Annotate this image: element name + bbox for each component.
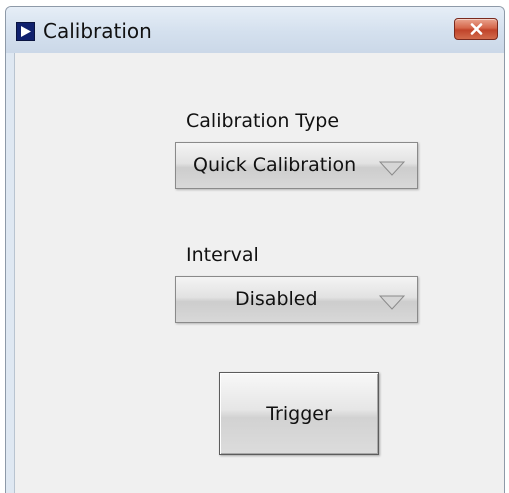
play-triangle-icon — [21, 26, 31, 37]
interval-dropdown[interactable]: Disabled — [175, 276, 418, 323]
dropdown-triangle-icon — [379, 161, 405, 176]
calibration-type-dropdown[interactable]: Quick Calibration — [175, 142, 418, 189]
calibration-window: Calibration Calibration Type Quick Calib… — [5, 6, 505, 493]
calibration-type-label: Calibration Type — [186, 110, 340, 132]
calibration-type-value: Quick Calibration — [193, 154, 357, 176]
close-button[interactable] — [454, 18, 498, 40]
app-icon — [16, 22, 35, 41]
window-title: Calibration — [43, 19, 152, 43]
close-x-icon — [470, 23, 483, 35]
trigger-button[interactable]: Trigger — [219, 372, 379, 455]
dropdown-triangle-icon — [379, 295, 405, 310]
client-area: Calibration Type Quick Calibration Inter… — [14, 53, 504, 493]
interval-value: Disabled — [235, 288, 318, 310]
title-bar[interactable]: Calibration — [6, 7, 504, 53]
interval-label: Interval — [186, 244, 259, 266]
